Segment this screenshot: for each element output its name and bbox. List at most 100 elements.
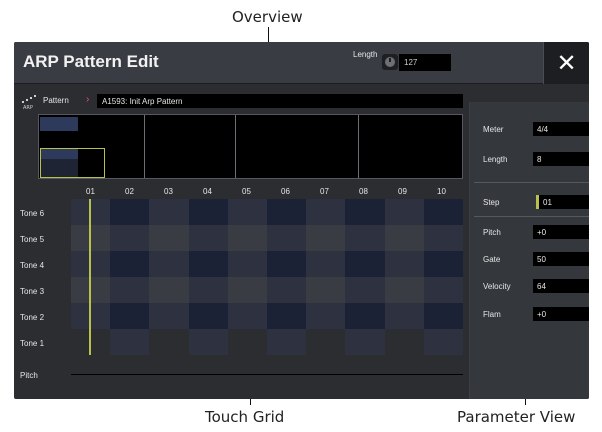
length-label: Length [483,155,508,164]
grid-cell[interactable] [267,199,307,225]
grid-cell[interactable] [227,225,267,251]
grid-cell[interactable] [227,199,267,225]
overview-area[interactable] [38,114,463,179]
grid-cell[interactable] [423,303,463,329]
grid-cell[interactable] [149,277,189,303]
pattern-select-field[interactable]: A1593: Init Arp Pattern [97,94,463,108]
grid-cell[interactable] [227,303,267,329]
grid-cell[interactable] [149,199,189,225]
grid-cell[interactable] [227,277,267,303]
grid-cell[interactable] [188,251,228,277]
flam-label: Flam [483,310,501,319]
grid-cell[interactable] [423,251,463,277]
title-bar: ARP Pattern Edit Length 127 ✕ [14,42,589,84]
callout-overview: Overview [232,8,303,26]
grid-cell[interactable] [267,251,307,277]
gate-label: Gate [483,255,501,264]
overview-divider [144,115,145,178]
grid-cell[interactable] [110,199,150,225]
grid-cell[interactable] [423,225,463,251]
grid-cell[interactable] [188,329,228,355]
grid-cell[interactable] [384,251,424,277]
grid-cell[interactable] [345,303,385,329]
grid-cell[interactable] [227,251,267,277]
callout-parameter-view: Parameter View [457,408,576,426]
svg-text:ARP: ARP [23,105,33,110]
pitch-line[interactable] [71,374,463,375]
column-number: 05 [242,187,251,196]
grid-cell[interactable] [345,329,385,355]
grid-cell[interactable] [227,329,267,355]
grid-cell[interactable] [345,277,385,303]
column-number: 08 [359,187,368,196]
grid-cell[interactable] [188,225,228,251]
gate-field[interactable]: 50 [533,252,589,266]
grid-cell[interactable] [306,277,346,303]
knob-icon[interactable] [382,54,398,70]
grid-cell[interactable] [384,329,424,355]
tone-label: Tone 6 [20,209,45,218]
grid-cell[interactable] [188,277,228,303]
column-number: 01 [86,187,95,196]
meter-label: Meter [483,125,504,134]
parameter-divider [474,216,589,217]
touch-grid[interactable] [71,199,463,355]
pitch-field[interactable]: +0 [533,225,589,239]
grid-cell[interactable] [384,303,424,329]
step-field[interactable]: 01 [536,195,589,209]
flam-field[interactable]: +0 [533,307,589,321]
grid-cell[interactable] [423,199,463,225]
length-field[interactable]: 8 [533,152,589,166]
overview-selection[interactable] [40,148,105,178]
grid-cell[interactable] [149,225,189,251]
grid-cell[interactable] [110,303,150,329]
grid-cell[interactable] [188,199,228,225]
grid-cell[interactable] [267,329,307,355]
length-value-field[interactable]: 127 [399,54,451,71]
step-label: Step [483,198,500,207]
grid-cell[interactable] [267,225,307,251]
page-title: ARP Pattern Edit [23,52,159,71]
grid-cell[interactable] [345,251,385,277]
grid-cell[interactable] [110,251,150,277]
grid-cell[interactable] [423,277,463,303]
meter-field[interactable]: 4/4 [533,122,589,136]
grid-cell[interactable] [306,251,346,277]
grid-cell[interactable] [149,251,189,277]
tone-label: Tone 4 [20,261,45,270]
grid-cell[interactable] [110,277,150,303]
pattern-label: Pattern [43,96,69,105]
grid-cell[interactable] [110,225,150,251]
column-number: 06 [281,187,290,196]
grid-cell[interactable] [384,199,424,225]
overview-divider [235,115,236,178]
grid-cell[interactable] [384,225,424,251]
grid-cell[interactable] [110,329,150,355]
grid-cell[interactable] [345,225,385,251]
grid-cell[interactable] [384,277,424,303]
chevron-right-icon[interactable]: › [86,94,89,105]
overview-divider [358,115,359,178]
tone-label: Tone 3 [20,287,45,296]
grid-cell[interactable] [306,329,346,355]
grid-cell[interactable] [149,329,189,355]
column-number: 07 [320,187,329,196]
grid-cell[interactable] [306,303,346,329]
grid-cell[interactable] [306,225,346,251]
grid-cell[interactable] [345,199,385,225]
close-icon: ✕ [556,49,577,77]
grid-cell[interactable] [267,303,307,329]
parameter-divider [474,182,589,183]
velocity-label: Velocity [483,282,511,291]
velocity-field[interactable]: 64 [533,279,589,293]
grid-cell[interactable] [267,277,307,303]
grid-cell[interactable] [306,199,346,225]
grid-cell[interactable] [188,303,228,329]
grid-cell[interactable] [149,303,189,329]
close-button[interactable]: ✕ [543,42,589,84]
length-knob-label: Length [353,50,378,59]
callout-touch-grid: Touch Grid [205,408,285,426]
column-number: 10 [437,187,446,196]
grid-cell[interactable] [423,329,463,355]
column-number: 02 [125,187,134,196]
